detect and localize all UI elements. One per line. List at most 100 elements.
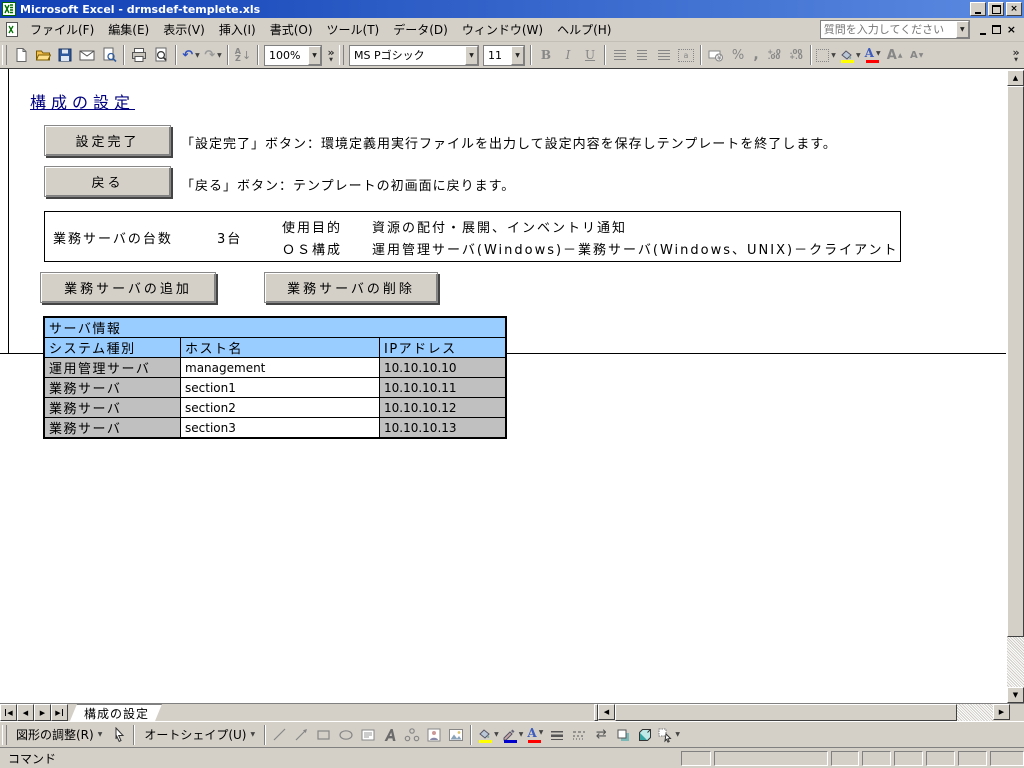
new-document-button[interactable] (10, 44, 32, 66)
font-size-combobox[interactable]: 11 ▼ (483, 45, 525, 66)
close-button[interactable]: × (1006, 2, 1022, 16)
previous-sheet-button[interactable]: ◀ (17, 704, 34, 721)
line-button[interactable] (269, 724, 291, 746)
cell-system-type[interactable]: 運用管理サーバ (44, 358, 181, 378)
scroll-left-button[interactable]: ◀ (598, 704, 615, 720)
merge-center-button[interactable]: a (675, 44, 697, 66)
shadow-style-button[interactable] (612, 724, 634, 746)
toolbar-grip[interactable] (339, 45, 344, 65)
header-ip-address[interactable]: IPアドレス (380, 338, 507, 358)
menu-help[interactable]: ヘルプ(H) (550, 19, 618, 40)
increase-decimal-button[interactable]: +.0.00 (763, 44, 785, 66)
cell-host-name[interactable]: section1 (181, 378, 380, 398)
workbook-restore-icon[interactable] (992, 25, 1001, 34)
oval-button[interactable] (335, 724, 357, 746)
cell-ip-address[interactable]: 10.10.10.12 (380, 398, 507, 418)
zoom-combobox[interactable]: 100% ▼ (264, 45, 322, 66)
percent-button[interactable]: % (727, 44, 749, 66)
toolbar-grip[interactable] (2, 45, 7, 65)
align-right-button[interactable] (653, 44, 675, 66)
dash-style-button[interactable] (568, 724, 590, 746)
sheet-tab-active[interactable]: 構成の設定 (70, 704, 163, 721)
cell-system-type[interactable]: 業務サーバ (44, 378, 181, 398)
draw-fill-color-button[interactable]: ▼ (475, 724, 500, 746)
question-dropdown-button[interactable]: ▼ (956, 21, 969, 38)
worksheet-area[interactable]: 構成の設定 設定完了 「設定完了」ボタン：環境定義用実行ファイルを出力して設定内… (0, 68, 1024, 703)
align-left-button[interactable] (609, 44, 631, 66)
zoom-dropdown-button[interactable]: ▼ (308, 46, 321, 65)
menu-insert[interactable]: 挿入(I) (212, 19, 263, 40)
scroll-right-button[interactable]: ▶ (993, 704, 1010, 720)
comma-button[interactable]: , (749, 44, 763, 66)
borders-button[interactable]: ▼ (815, 44, 837, 66)
horizontal-scroll-thumb[interactable] (615, 704, 957, 721)
add-server-button[interactable]: 業務サーバの追加 (40, 272, 216, 303)
bold-button[interactable]: B (535, 44, 557, 66)
rectangle-button[interactable] (313, 724, 335, 746)
cell-host-name[interactable]: section2 (181, 398, 380, 418)
cell-system-type[interactable]: 業務サーバ (44, 418, 181, 439)
arrow-style-button[interactable]: ⇄ (590, 724, 612, 746)
header-host-name[interactable]: ホスト名 (181, 338, 380, 358)
menu-file[interactable]: ファイル(F) (23, 19, 101, 40)
draw-line-color-button[interactable]: ▼ (500, 724, 525, 746)
font-dropdown-button[interactable]: ▼ (465, 46, 478, 65)
draw-font-color-button[interactable]: A ▼ (524, 724, 546, 746)
increase-font-button[interactable]: A▲ (884, 44, 906, 66)
toolbar-grip[interactable] (2, 725, 7, 745)
scroll-up-button[interactable]: ▲ (1007, 70, 1024, 86)
undo-button[interactable]: ↶▼ (180, 44, 202, 66)
wordart-button[interactable] (379, 724, 401, 746)
back-button[interactable]: 戻る (44, 166, 171, 197)
diagram-button[interactable] (401, 724, 423, 746)
vertical-scroll-track[interactable] (1007, 637, 1024, 687)
mail-button[interactable] (76, 44, 98, 66)
next-sheet-button[interactable]: ▶ (34, 704, 51, 721)
print-preview-button[interactable] (150, 44, 172, 66)
scroll-down-button[interactable]: ▼ (1007, 687, 1024, 703)
cell-ip-address[interactable]: 10.10.10.10 (380, 358, 507, 378)
horizontal-scroll-track[interactable] (957, 704, 993, 721)
menu-format[interactable]: 書式(O) (263, 19, 320, 40)
header-system-type[interactable]: システム種別 (44, 338, 181, 358)
print-button[interactable] (128, 44, 150, 66)
cell-host-name[interactable]: management (181, 358, 380, 378)
menu-tools[interactable]: ツール(T) (320, 19, 387, 40)
vertical-scrollbar[interactable]: ▲ ▼ (1007, 70, 1024, 703)
workbook-close-icon[interactable]: × (1007, 24, 1016, 35)
complete-settings-button[interactable]: 設定完了 (44, 125, 171, 156)
cell-system-type[interactable]: 業務サーバ (44, 398, 181, 418)
redo-button[interactable]: ↷▼ (202, 44, 224, 66)
menu-view[interactable]: 表示(V) (156, 19, 212, 40)
cell-ip-address[interactable]: 10.10.10.11 (380, 378, 507, 398)
line-style-button[interactable] (546, 724, 568, 746)
underline-button[interactable]: U (579, 44, 601, 66)
arrow-button[interactable] (291, 724, 313, 746)
insert-picture-button[interactable] (445, 724, 467, 746)
more-buttons-formatting[interactable]: »▼ (1009, 44, 1023, 66)
cell-host-name[interactable]: section3 (181, 418, 380, 439)
menu-edit[interactable]: 編集(E) (101, 19, 156, 40)
draw-menu-button[interactable]: 図形の調整(R) ▼ (10, 723, 108, 746)
menu-data[interactable]: データ(D) (386, 19, 455, 40)
italic-button[interactable]: I (557, 44, 579, 66)
threed-style-button[interactable] (634, 724, 656, 746)
save-button[interactable] (54, 44, 76, 66)
font-name-combobox[interactable]: MS Pゴシック ▼ (349, 45, 479, 66)
last-sheet-button[interactable]: ▶ (51, 704, 68, 721)
first-sheet-button[interactable]: ◀ (0, 704, 17, 721)
decrease-font-button[interactable]: A▼ (906, 44, 928, 66)
cell-ip-address[interactable]: 10.10.10.13 (380, 418, 507, 439)
align-center-button[interactable] (631, 44, 653, 66)
textbox-button[interactable] (357, 724, 379, 746)
delete-server-button[interactable]: 業務サーバの削除 (264, 272, 438, 303)
workbook-minimize-icon[interactable] (980, 28, 986, 35)
minimize-button[interactable] (970, 2, 986, 16)
fill-color-button[interactable]: ▼ (837, 44, 862, 66)
select-objects-button[interactable] (108, 724, 130, 746)
question-input[interactable] (821, 23, 956, 37)
search-button[interactable] (98, 44, 120, 66)
restore-button[interactable] (988, 2, 1004, 16)
menu-window[interactable]: ウィンドウ(W) (455, 19, 550, 40)
decrease-decimal-button[interactable]: .00+.0 (785, 44, 807, 66)
